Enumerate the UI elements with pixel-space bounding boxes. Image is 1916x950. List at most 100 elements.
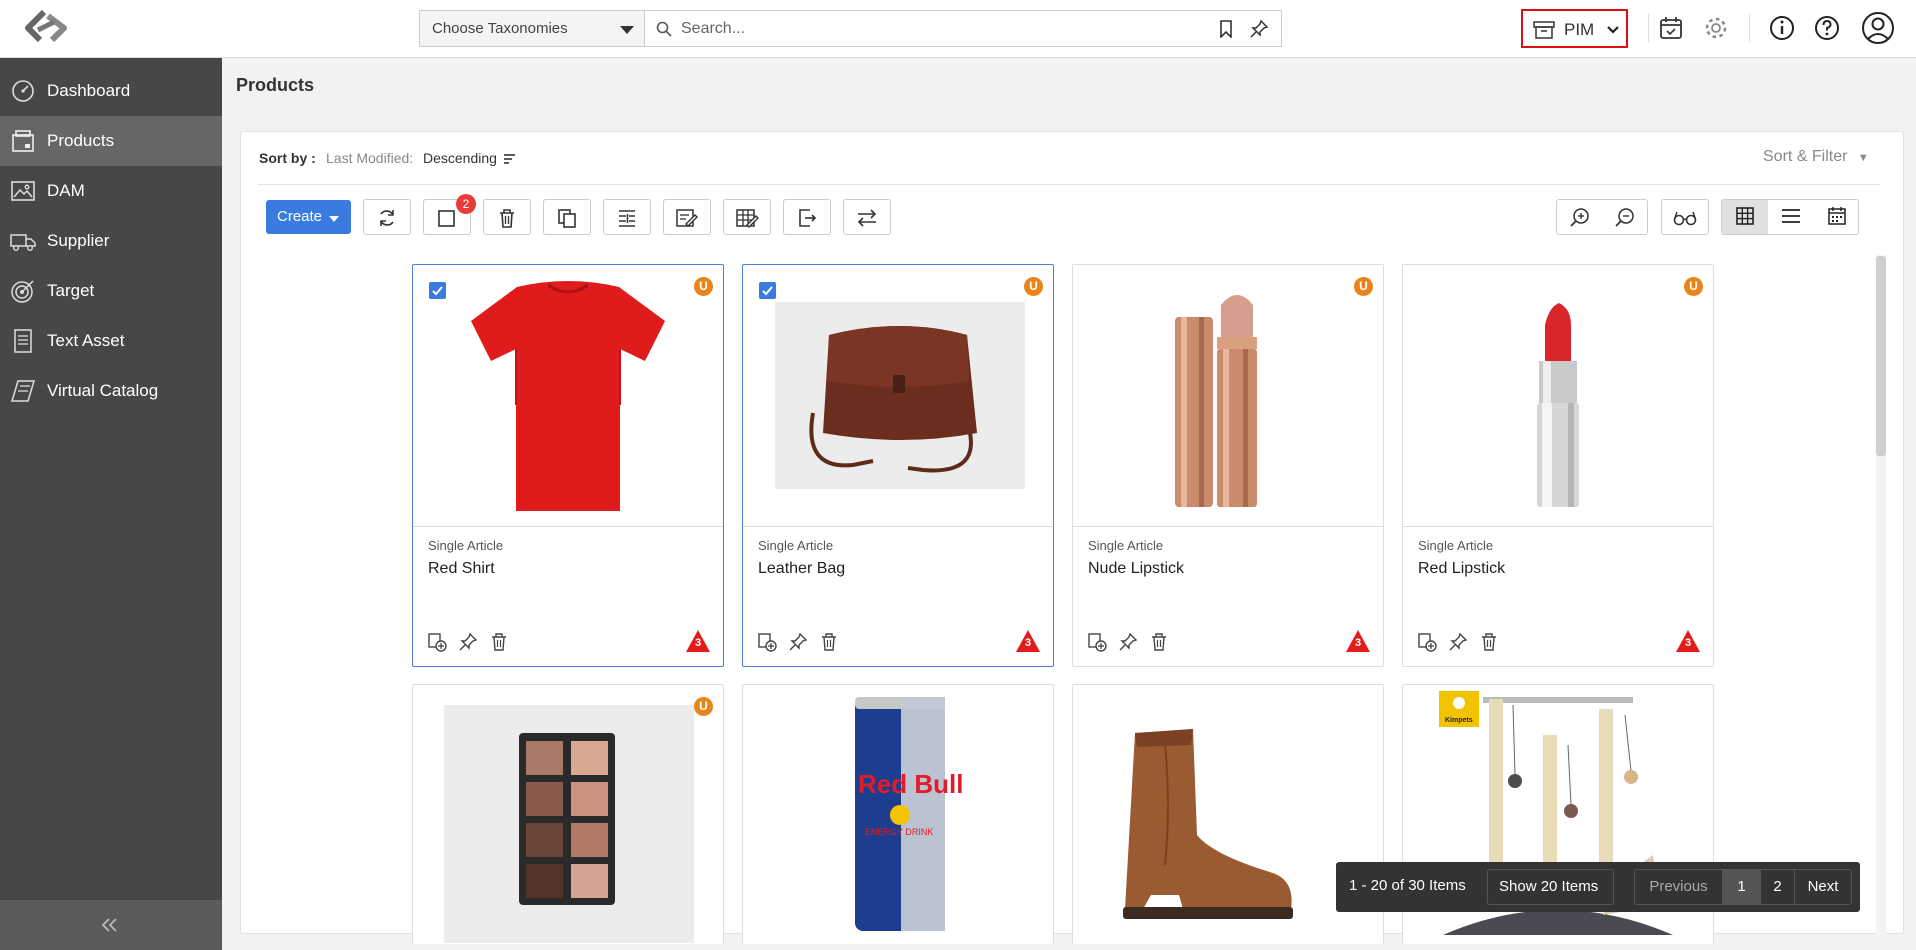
- app-switcher-dropdown[interactable]: PIM: [1521, 9, 1628, 48]
- page-title: Products: [236, 75, 315, 95]
- leather-bag-image: [775, 302, 1025, 489]
- sort-filter-toggle[interactable]: Sort & Filter ▼: [1763, 148, 1869, 166]
- divider: [1749, 14, 1750, 42]
- product-name[interactable]: Red Shirt: [428, 560, 495, 578]
- document-icon: [10, 329, 36, 353]
- product-type: Single Article: [1088, 538, 1164, 553]
- sidebar-item-virtual-catalog[interactable]: Virtual Catalog: [0, 366, 222, 416]
- create-button[interactable]: Create: [266, 200, 351, 234]
- pin-icon[interactable]: [458, 632, 478, 652]
- product-name[interactable]: Leather Bag: [758, 560, 845, 578]
- compare-button[interactable]: [603, 199, 651, 235]
- sidebar-item-target[interactable]: Target: [0, 266, 222, 316]
- next-page-button[interactable]: Next: [1795, 870, 1851, 904]
- warning-icon[interactable]: 3: [1675, 629, 1701, 653]
- delete-button[interactable]: [483, 199, 531, 235]
- checkmark-icon: [432, 286, 443, 296]
- pin-icon[interactable]: [1249, 19, 1269, 39]
- sidebar-item-supplier[interactable]: Supplier: [0, 216, 222, 266]
- export-button[interactable]: [783, 199, 831, 235]
- table-edit-button[interactable]: [723, 199, 771, 235]
- grid-view-button[interactable]: [1722, 200, 1768, 234]
- sidebar-item-dashboard[interactable]: Dashboard: [0, 66, 222, 116]
- trash-icon[interactable]: [489, 632, 509, 652]
- pin-icon[interactable]: [1118, 632, 1138, 652]
- sort-field[interactable]: Last Modified:: [326, 150, 413, 166]
- product-name[interactable]: Nude Lipstick: [1088, 560, 1184, 578]
- sort-filter-label: Sort & Filter: [1763, 148, 1848, 165]
- zoom-in-icon: [1570, 208, 1589, 227]
- product-card[interactable]: U: [412, 684, 724, 944]
- search-input[interactable]: Search...: [645, 10, 1282, 47]
- grid-icon: [1736, 207, 1754, 225]
- add-to-collection-icon[interactable]: [427, 632, 447, 652]
- add-to-collection-icon[interactable]: [1417, 632, 1437, 652]
- refresh-button[interactable]: [363, 199, 411, 235]
- sort-order-icon[interactable]: [503, 153, 516, 164]
- product-card[interactable]: U Single Article Leather Bag 3: [742, 264, 1054, 667]
- warning-icon[interactable]: 3: [1015, 629, 1041, 653]
- warning-count: 3: [1684, 637, 1692, 649]
- warning-icon[interactable]: 3: [1345, 629, 1371, 653]
- taxonomy-select-label: Choose Taxonomies: [432, 20, 568, 37]
- sidebar-collapse-button[interactable]: [0, 900, 222, 950]
- sidebar-item-dam[interactable]: DAM: [0, 166, 222, 216]
- warning-icon[interactable]: 3: [685, 629, 711, 653]
- calendar-icon[interactable]: [1655, 12, 1687, 44]
- product-card[interactable]: U Single Article Nude Lipstick 3: [1072, 264, 1384, 667]
- zoom-out-button[interactable]: [1602, 200, 1648, 234]
- bookmark-icon[interactable]: [1219, 20, 1233, 38]
- dashboard-icon: [10, 79, 36, 103]
- calendar-view-button[interactable]: [1814, 200, 1860, 234]
- page-2-button[interactable]: 2: [1761, 870, 1795, 904]
- trash-icon[interactable]: [819, 632, 839, 652]
- selected-checkbox[interactable]: [759, 282, 776, 299]
- sidebar-item-products[interactable]: Products: [0, 116, 222, 166]
- bulk-edit-button[interactable]: [663, 199, 711, 235]
- sidebar-item-label: Target: [47, 281, 95, 300]
- page-size-button[interactable]: Show 20 Items: [1487, 869, 1614, 905]
- red-shirt-image: [471, 281, 665, 511]
- warning-count: 3: [1024, 637, 1032, 649]
- transfer-button[interactable]: [843, 199, 891, 235]
- status-badge: U: [1684, 277, 1703, 296]
- products-icon: [10, 129, 36, 153]
- product-card[interactable]: U Single Article Red Shirt 3: [412, 264, 724, 667]
- sidebar-item-text-asset[interactable]: Text Asset: [0, 316, 222, 366]
- red-lipstick-image: [1537, 303, 1579, 507]
- select-all-button[interactable]: 2: [423, 194, 476, 235]
- help-icon[interactable]: [1811, 12, 1843, 44]
- sidebar-item-label: Supplier: [47, 231, 110, 250]
- pin-icon[interactable]: [1448, 632, 1468, 652]
- gear-icon[interactable]: [1700, 12, 1732, 44]
- product-name[interactable]: Red Lipstick: [1418, 560, 1505, 578]
- search-icon: [656, 21, 672, 37]
- product-card[interactable]: U Single Article Red Lipstick 3: [1402, 264, 1714, 667]
- sidebar-item-label: DAM: [47, 181, 85, 200]
- preview-button[interactable]: [1661, 199, 1709, 235]
- page-1-button[interactable]: 1: [1723, 870, 1761, 904]
- scrollbar-thumb[interactable]: [1876, 256, 1886, 456]
- add-to-collection-icon[interactable]: [757, 632, 777, 652]
- create-button-label: Create: [277, 208, 323, 225]
- taxonomy-select[interactable]: Choose Taxonomies: [419, 10, 645, 47]
- trash-icon[interactable]: [1479, 632, 1499, 652]
- selected-checkbox[interactable]: [429, 282, 446, 299]
- add-to-collection-icon[interactable]: [1087, 632, 1107, 652]
- status-badge: U: [1024, 277, 1043, 296]
- glasses-icon: [1673, 211, 1697, 226]
- list-view-button[interactable]: [1768, 200, 1814, 234]
- info-icon[interactable]: [1766, 12, 1798, 44]
- copy-button[interactable]: [543, 199, 591, 235]
- sort-order[interactable]: Descending: [423, 150, 497, 166]
- zoom-in-button[interactable]: [1557, 200, 1603, 234]
- app-logo-icon[interactable]: [18, 8, 74, 48]
- user-avatar-icon[interactable]: [1861, 11, 1895, 45]
- warning-count: 3: [1354, 637, 1362, 649]
- previous-page-button[interactable]: Previous: [1635, 870, 1723, 904]
- zoom-out-icon: [1615, 208, 1634, 227]
- view-mode-switcher: [1721, 199, 1859, 235]
- product-card[interactable]: Red Bull ENERGY DRINK: [742, 684, 1054, 944]
- trash-icon[interactable]: [1149, 632, 1169, 652]
- pin-icon[interactable]: [788, 632, 808, 652]
